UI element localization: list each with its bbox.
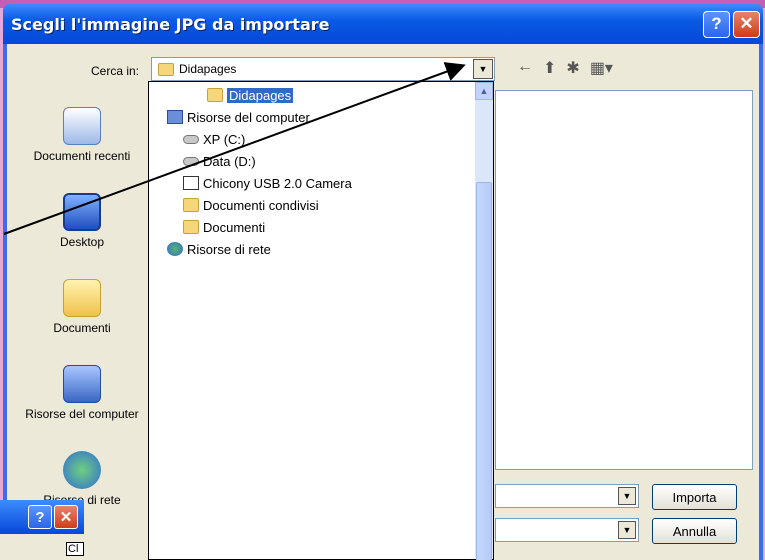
my-computer-icon: [63, 365, 101, 403]
close-button[interactable]: ✕: [733, 10, 760, 38]
folder-icon: [183, 220, 199, 234]
place-recent-documents[interactable]: Documenti recenti: [22, 92, 142, 178]
dropdown-item[interactable]: XP (C:): [183, 130, 245, 148]
folder-icon: [158, 62, 174, 76]
import-button[interactable]: Importa: [652, 484, 737, 510]
dropdown-item-label: Didapages: [227, 87, 294, 103]
look-in-value: Didapages: [179, 62, 237, 76]
chevron-down-icon[interactable]: ▼: [618, 521, 636, 539]
folder-icon: [183, 198, 199, 212]
help-button[interactable]: ?: [28, 505, 52, 529]
dropdown-item[interactable]: Didapages: [207, 86, 294, 104]
dropdown-item-label: Risorse del computer: [187, 109, 310, 125]
dropdown-item[interactable]: Data (D:): [183, 152, 256, 170]
computer-icon: [167, 110, 183, 124]
file-type-select[interactable]: ▼: [495, 518, 639, 542]
dropdown-item[interactable]: Risorse di rete: [167, 240, 271, 258]
place-documents[interactable]: Documenti: [22, 264, 142, 350]
desktop-icon: [63, 193, 101, 231]
view-menu-icon[interactable]: ▦▾: [590, 58, 613, 78]
new-folder-icon[interactable]: ✱: [566, 58, 579, 78]
place-label: Documenti: [53, 321, 111, 335]
background-window-titlebar: ? ✕: [0, 500, 84, 534]
dropdown-item[interactable]: Documenti condivisi: [183, 196, 319, 214]
background-window-fragment: ? ✕ Cl: [0, 500, 84, 560]
look-in-combobox[interactable]: Didapages ▼: [151, 57, 495, 81]
dialog-title: Scegli l'immagine JPG da importare: [11, 14, 330, 34]
chevron-down-icon[interactable]: ▼: [618, 487, 636, 505]
scroll-up-icon[interactable]: ▲: [475, 82, 493, 100]
dropdown-item-label: Data (D:): [203, 153, 256, 169]
documents-icon: [63, 279, 101, 317]
dropdown-item-label: Documenti: [203, 219, 266, 235]
dropdown-item-label: Documenti condivisi: [203, 197, 319, 213]
dropdown-item[interactable]: Risorse del computer: [167, 108, 310, 126]
dialog-titlebar[interactable]: Scegli l'immagine JPG da importare ? ✕: [3, 4, 763, 44]
scroll-thumb[interactable]: [476, 182, 492, 560]
back-icon[interactable]: ←: [517, 58, 533, 78]
look-in-dropdown-list[interactable]: Didapages Risorse del computer XP (C:) D…: [148, 81, 494, 560]
file-list[interactable]: [495, 90, 753, 470]
toolbar: ← ⬆ ✱ ▦▾: [517, 58, 613, 78]
network-icon: [63, 451, 101, 489]
recent-documents-icon: [63, 107, 101, 145]
dropdown-item[interactable]: Chicony USB 2.0 Camera: [183, 174, 352, 192]
close-button[interactable]: ✕: [54, 505, 78, 529]
cancel-button[interactable]: Annulla: [652, 518, 737, 544]
chevron-down-icon[interactable]: ▼: [473, 59, 493, 79]
place-label: Documenti recenti: [33, 149, 131, 163]
dropdown-item-label: Risorse di rete: [187, 241, 271, 257]
help-button[interactable]: ?: [703, 10, 730, 38]
place-label: Desktop: [59, 235, 105, 249]
up-folder-icon[interactable]: ⬆: [543, 58, 556, 78]
drive-icon: [183, 156, 199, 166]
look-in-label: Cerca in:: [91, 64, 140, 78]
drive-icon: [183, 134, 199, 144]
dropdown-scrollbar[interactable]: ▲: [475, 82, 493, 560]
camera-icon: [183, 176, 199, 190]
dropdown-item[interactable]: Documenti: [183, 218, 265, 236]
network-icon: [167, 242, 183, 256]
place-desktop[interactable]: Desktop: [22, 178, 142, 264]
dropdown-item-label: Chicony USB 2.0 Camera: [203, 175, 352, 191]
folder-icon: [207, 88, 223, 102]
places-bar: Documenti recenti Desktop Documenti Riso…: [13, 92, 151, 544]
place-label: Risorse del computer: [25, 407, 139, 421]
place-my-computer[interactable]: Risorse del computer: [22, 350, 142, 436]
partial-text: Cl: [66, 542, 84, 556]
dropdown-item-label: XP (C:): [203, 131, 246, 147]
file-name-input[interactable]: ▼: [495, 484, 639, 508]
